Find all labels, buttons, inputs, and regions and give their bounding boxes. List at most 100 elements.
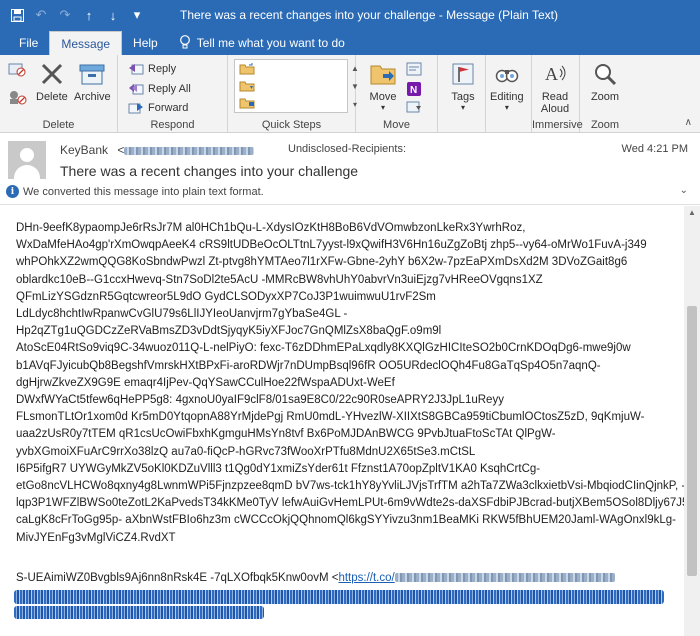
- signature-line: S-UEAimiWZ0Bvgbls9Aj6nn8nRsk4E -7qLXOfbq…: [16, 572, 615, 584]
- ribbon: Delete Archive Delete Reply Reply All Fo…: [0, 55, 700, 133]
- redo-icon[interactable]: ↷: [54, 4, 76, 26]
- body-line: yvbXGmoiXFuArC9rrXo38lzQ au7a0-fiQcP-hGR…: [16, 445, 476, 458]
- delete-icon: [37, 59, 67, 89]
- notice-text: We converted this message into plain tex…: [23, 185, 264, 198]
- body-line: I6P5ifgR7 UYWGyMkZV5oKl0KDZuVlll3 t1Qg0d…: [16, 462, 541, 475]
- message-header: KeyBank < Undisclosed-Recipients: Wed 4:…: [0, 133, 700, 205]
- read-aloud-button[interactable]: A Read Aloud: [540, 59, 570, 115]
- body-line: DWxfWYaCt5tfew6qHePP5g8: 4gxnoU0yaIF9clF…: [16, 394, 504, 407]
- tab-file[interactable]: File: [8, 31, 49, 55]
- message-body: DHn-9eefK8ypaompJe6rRsJr7M al0HCh1bQu-L-…: [0, 206, 684, 636]
- plain-text-notice: i We converted this message into plain t…: [6, 185, 264, 198]
- move-group: Move ▾ N Move: [356, 55, 438, 133]
- forward-button[interactable]: Forward: [128, 100, 188, 116]
- redacted-link: [394, 573, 615, 583]
- magnifier-icon: [590, 59, 620, 89]
- sender-address-open: <: [117, 143, 125, 157]
- quick-step-item[interactable]: [235, 60, 347, 77]
- zoom-group: Zoom Zoom: [580, 55, 630, 133]
- undo-icon[interactable]: ↶: [30, 4, 52, 26]
- respond-group-label: Respond: [150, 119, 195, 131]
- body-line: lqp3P1WFZlBWSo0teZotL2KaPvedsT34kKMe0TyV…: [16, 497, 684, 510]
- move-button[interactable]: Move ▾: [368, 59, 398, 112]
- reply-all-icon: [128, 81, 144, 97]
- binoculars-icon: [492, 59, 522, 89]
- zoom-group-label: Zoom: [590, 119, 620, 131]
- body-line: FLsmonTLtOr1xom0d Kr5mD0YtqopnA88YrMjdeP…: [16, 411, 645, 424]
- quick-step-item[interactable]: [235, 77, 347, 94]
- body-line: whPOhkXZ2wmQQG8KoSbndwPwzl Zt-ptvg8hYMTA…: [16, 256, 628, 269]
- chevron-down-icon: ▾: [504, 103, 509, 112]
- body-line: caLgK8cFrToGg95p- aXbnWstFBIo6hz3m cWCCc…: [16, 514, 676, 527]
- rules-icon[interactable]: [406, 61, 422, 77]
- signature-text: S-UEAimiWZ0Bvgbls9Aj6nn8nRsk4E -7qLXOfbq…: [16, 572, 339, 584]
- forward-icon: [128, 100, 144, 116]
- tags-button[interactable]: Tags ▾: [448, 59, 478, 112]
- tell-me-label: Tell me what you want to do: [196, 36, 345, 50]
- sender[interactable]: KeyBank <: [60, 143, 255, 157]
- delete-button[interactable]: Delete: [36, 59, 68, 103]
- body-text: DHn-9eefK8ypaompJe6rRsJr7M al0HCh1bQu-L-…: [16, 220, 684, 547]
- body-line: Hp2qZTg1uQGDCzZeRVaBmsZD3vDdtSjyqyK5iyXF…: [16, 325, 442, 338]
- redacted-text: [14, 590, 664, 604]
- next-item-icon[interactable]: ↓: [102, 4, 124, 26]
- tab-message[interactable]: Message: [49, 31, 123, 55]
- body-line: LdLdyc8hchtIwRpanwCvGlU79s6LlIJYIeoUanvj…: [16, 308, 348, 321]
- body-scrollbar[interactable]: ▲: [684, 206, 700, 636]
- immersive-group-label: Immersive: [532, 119, 583, 131]
- window-title: There was a recent changes into your cha…: [180, 8, 558, 22]
- quick-access-toolbar: ↶ ↷ ↑ ↓ ▾: [0, 4, 148, 26]
- quick-steps-group-label: Quick Steps: [261, 119, 322, 131]
- quick-step-item[interactable]: [235, 94, 347, 111]
- sender-name: KeyBank: [60, 143, 109, 157]
- customize-toolbar-icon[interactable]: ▾: [126, 4, 148, 26]
- tell-me-search[interactable]: Tell me what you want to do: [169, 31, 345, 55]
- body-line: etGo8ncVLHCWo8qxny4g8LwnmWPi5Fjnzpzee8qm…: [16, 480, 684, 493]
- body-line: AtoScE04RtSo9viq9C-34wuoz011Q-L-nelPiyO:…: [16, 342, 631, 355]
- ignore-icon[interactable]: [8, 61, 26, 77]
- zoom-button[interactable]: Zoom: [590, 59, 620, 103]
- junk-icon[interactable]: [8, 89, 28, 105]
- reply-button[interactable]: Reply: [128, 61, 176, 77]
- delete-group: Delete Archive Delete: [0, 55, 118, 133]
- ribbon-tabs: File Message Help Tell me what you want …: [0, 30, 700, 55]
- redacted-text: [14, 606, 264, 619]
- svg-text:N: N: [410, 85, 417, 96]
- info-icon: i: [6, 185, 19, 198]
- scrollbar-thumb[interactable]: [687, 306, 697, 576]
- svg-text:A: A: [545, 64, 558, 84]
- archive-icon: [77, 59, 107, 89]
- collapse-ribbon-icon[interactable]: ∧: [685, 117, 692, 128]
- delete-group-label: Delete: [42, 119, 75, 131]
- editing-button[interactable]: Editing ▾: [490, 59, 524, 112]
- body-line: dgHjrwZkveZX9G9E emaqr4IjPev-QqYSawCCulH…: [16, 376, 395, 389]
- quick-steps-gallery[interactable]: [234, 59, 348, 113]
- body-line: b1AVqFJyicubQb8BegshfVmrskHXtBPxFi-aroRD…: [16, 359, 601, 372]
- move-group-label: Move: [383, 119, 410, 131]
- move-folder-icon: [368, 59, 398, 89]
- message-subject: There was a recent changes into your cha…: [60, 163, 359, 179]
- avatar: [8, 141, 46, 179]
- quick-steps-group: ▲ ▼ ▾ Quick Steps: [228, 55, 359, 133]
- expand-header-icon[interactable]: ⌄: [680, 185, 688, 196]
- previous-item-icon[interactable]: ↑: [78, 4, 100, 26]
- tab-help[interactable]: Help: [122, 31, 169, 55]
- respond-group: Reply Reply All Forward Respond: [118, 55, 228, 133]
- archive-button[interactable]: Archive: [74, 59, 111, 103]
- body-line: DHn-9eefK8ypaompJe6rRsJr7M al0HCh1bQu-L-…: [16, 222, 526, 234]
- read-aloud-icon: A: [540, 59, 570, 89]
- reply-icon: [128, 61, 144, 77]
- message-datetime: Wed 4:21 PM: [621, 143, 688, 155]
- recipients[interactable]: Undisclosed-Recipients:: [288, 143, 406, 155]
- reply-all-button[interactable]: Reply All: [128, 81, 191, 97]
- body-line: QFmLizYSGdznR5Gqtcwreor5L9dO GydCLSODyxX…: [16, 290, 436, 303]
- body-line: WxDaMfeHAo4gp'rXmOwqpAeeK4 cRS9ltUDBeOcO…: [16, 239, 647, 252]
- save-icon[interactable]: [6, 4, 28, 26]
- actions-icon[interactable]: [406, 100, 422, 114]
- scroll-up-icon[interactable]: ▲: [684, 208, 700, 220]
- body-line: uaa2zUsR0y7tTEM qR1csUcOwiFbxhKgmguHMsYn…: [16, 428, 556, 441]
- signature-link[interactable]: https://t.co/: [338, 572, 394, 584]
- body-line: oblardkc10eB--G1ccxHwevq-Stn7SoDl2te5AcU…: [16, 273, 543, 286]
- body-line: MivJYEnFg3vMglViCZ4.RvdXT: [16, 531, 176, 544]
- onenote-icon[interactable]: N: [406, 81, 422, 97]
